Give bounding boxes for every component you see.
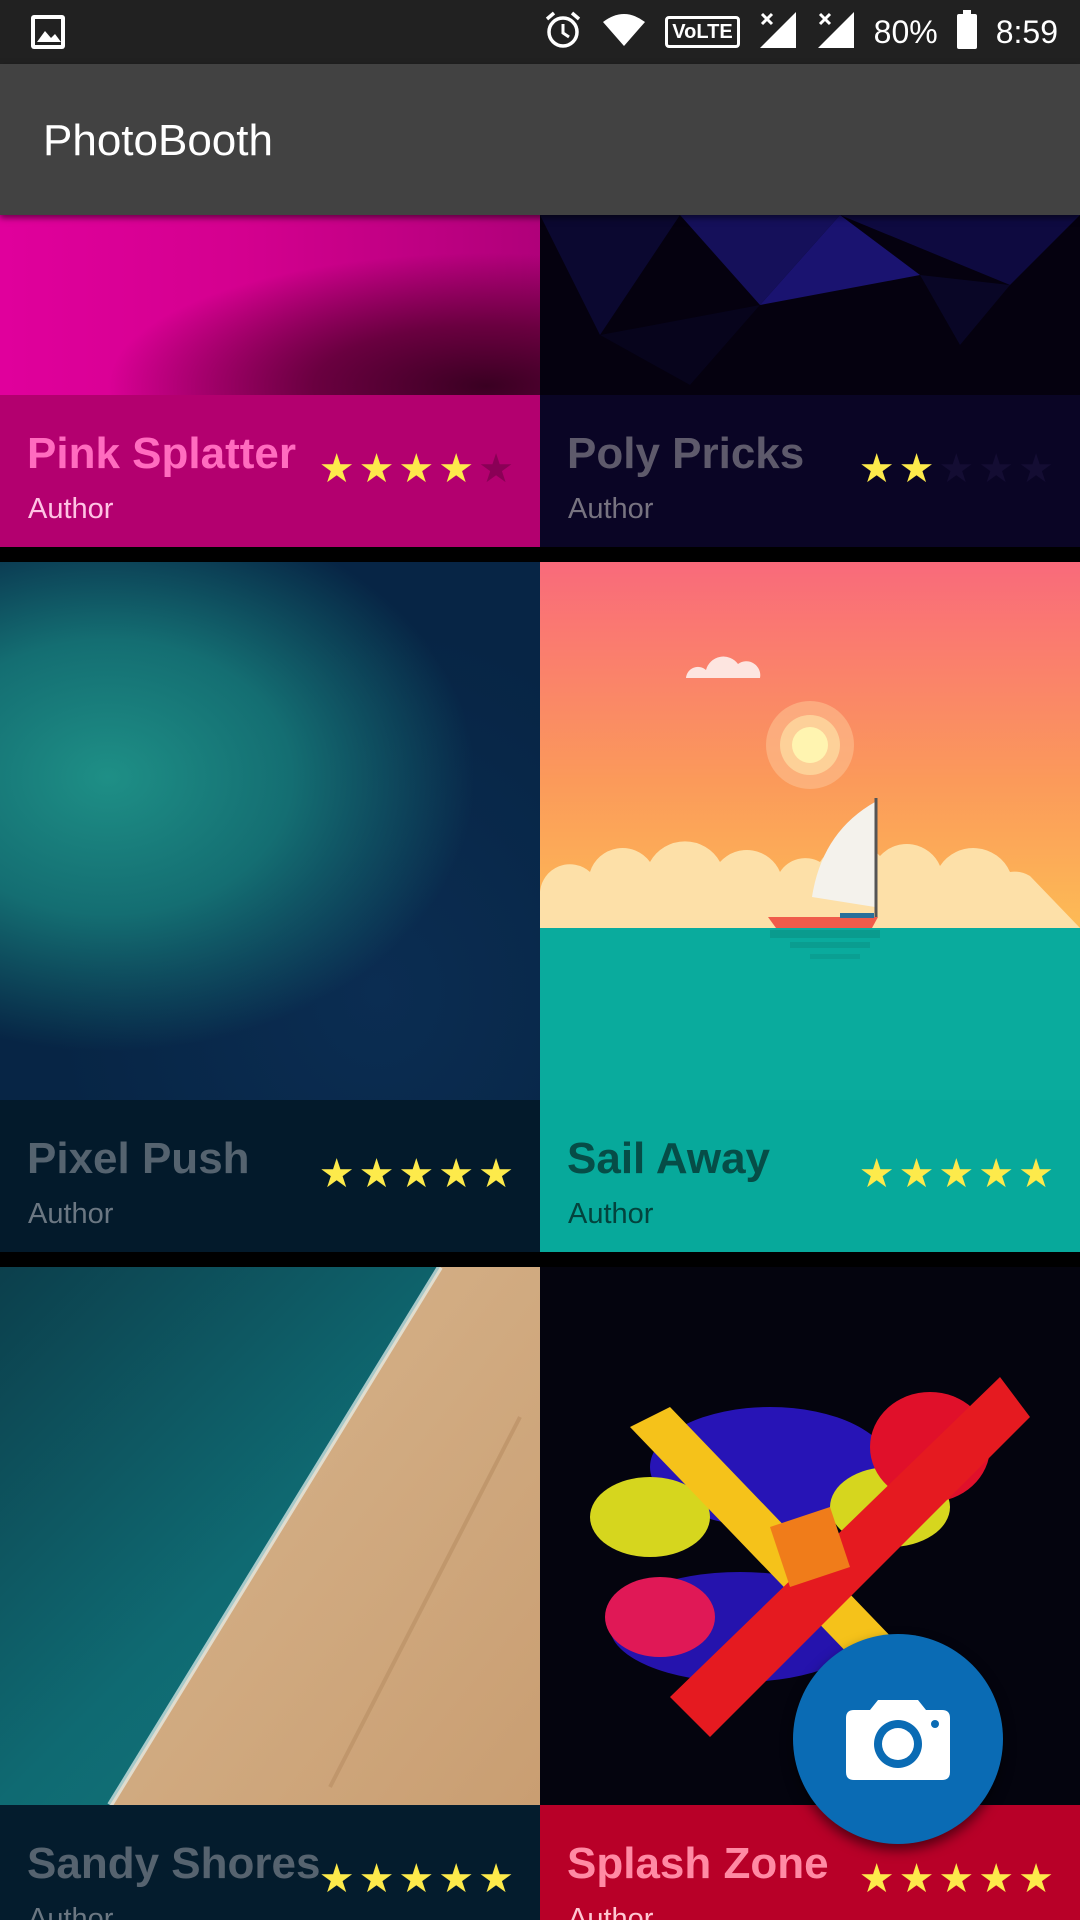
clock: 8:59 <box>995 13 1058 50</box>
star-empty-icon: ★ <box>938 446 975 492</box>
photo-card[interactable]: Sandy Shores Author ★ ★ ★ ★ ★ <box>0 1267 540 1920</box>
card-title: Pixel Push <box>27 1134 250 1183</box>
star-empty-icon: ★ <box>978 446 1015 492</box>
star-filled-icon: ★ <box>398 446 435 492</box>
star-filled-icon: ★ <box>358 446 395 492</box>
star-filled-icon: ★ <box>358 1856 395 1902</box>
card-title: Sandy Shores <box>27 1839 321 1888</box>
volte-badge: VoLTE <box>665 16 740 48</box>
poly-art <box>540 215 1080 385</box>
signal-icon <box>758 10 798 55</box>
app-title: PhotoBooth <box>43 116 273 165</box>
card-title: Sail Away <box>567 1134 771 1183</box>
photo-card[interactable]: Splash Zone Author ★ ★ ★ ★ ★ <box>540 1267 1080 1920</box>
card-image <box>0 562 540 1100</box>
image-icon <box>30 14 66 55</box>
card-footer: Pink Splatter Author ★ ★ ★ ★ ★ <box>0 395 540 547</box>
battery-percent: 80% <box>873 13 938 50</box>
star-filled-icon: ★ <box>478 1856 514 1902</box>
card-title: Poly Pricks <box>567 429 805 478</box>
card-author: Author <box>568 1903 654 1920</box>
camera-icon <box>844 1694 952 1785</box>
star-filled-icon: ★ <box>938 1151 975 1197</box>
card-image <box>540 215 1080 395</box>
card-title: Pink Splatter <box>27 429 296 478</box>
card-footer: Sandy Shores Author ★ ★ ★ ★ ★ <box>0 1805 540 1920</box>
rating-stars: ★ ★ ★ ★ ★ <box>319 449 514 489</box>
star-filled-icon: ★ <box>1018 1151 1054 1197</box>
photo-card[interactable]: Pixel Push Author ★ ★ ★ ★ ★ <box>0 562 540 1252</box>
star-filled-icon: ★ <box>318 1856 355 1902</box>
card-footer: Poly Pricks Author ★ ★ ★ ★ ★ <box>540 395 1080 547</box>
app-bar: PhotoBooth <box>0 64 1080 215</box>
star-filled-icon: ★ <box>438 1856 475 1902</box>
star-filled-icon: ★ <box>938 1856 975 1902</box>
star-filled-icon: ★ <box>898 446 935 492</box>
status-bar: VoLTE 80% 8:59 <box>0 0 1080 64</box>
star-filled-icon: ★ <box>398 1856 435 1902</box>
sail-art <box>540 562 1080 1100</box>
card-image <box>0 1267 540 1807</box>
battery-icon <box>956 9 978 55</box>
star-filled-icon: ★ <box>898 1151 935 1197</box>
star-filled-icon: ★ <box>358 1151 395 1197</box>
card-author: Author <box>28 493 114 525</box>
card-image <box>0 215 540 395</box>
rating-stars: ★ ★ ★ ★ ★ <box>859 1859 1054 1899</box>
signal-icon <box>816 10 856 55</box>
card-footer: Splash Zone Author ★ ★ ★ ★ ★ <box>540 1805 1080 1920</box>
card-footer: Pixel Push Author ★ ★ ★ ★ ★ <box>0 1100 540 1252</box>
star-filled-icon: ★ <box>318 1151 355 1197</box>
wifi-icon <box>601 12 647 53</box>
card-author: Author <box>568 1198 654 1230</box>
star-filled-icon: ★ <box>978 1151 1015 1197</box>
card-author: Author <box>568 493 654 525</box>
shore-art <box>0 1267 540 1807</box>
card-title: Splash Zone <box>567 1839 829 1888</box>
card-image <box>540 562 1080 1100</box>
star-empty-icon: ★ <box>478 446 514 492</box>
star-filled-icon: ★ <box>478 1151 514 1197</box>
card-footer: Sail Away Author ★ ★ ★ ★ ★ <box>540 1100 1080 1252</box>
rating-stars: ★ ★ ★ ★ ★ <box>859 449 1054 489</box>
star-filled-icon: ★ <box>398 1151 435 1197</box>
star-filled-icon: ★ <box>898 1856 935 1902</box>
rating-stars: ★ ★ ★ ★ ★ <box>319 1154 514 1194</box>
star-filled-icon: ★ <box>318 446 355 492</box>
star-filled-icon: ★ <box>978 1856 1015 1902</box>
star-filled-icon: ★ <box>438 446 475 492</box>
alarm-icon <box>543 10 583 55</box>
card-author: Author <box>28 1198 114 1230</box>
photo-card[interactable]: Poly Pricks Author ★ ★ ★ ★ ★ <box>540 215 1080 547</box>
rating-stars: ★ ★ ★ ★ ★ <box>319 1859 514 1899</box>
star-filled-icon: ★ <box>858 1856 895 1902</box>
card-author: Author <box>28 1903 114 1920</box>
photo-card[interactable]: Pink Splatter Author ★ ★ ★ ★ ★ <box>0 215 540 547</box>
star-empty-icon: ★ <box>1018 446 1054 492</box>
rating-stars: ★ ★ ★ ★ ★ <box>859 1154 1054 1194</box>
camera-fab-button[interactable] <box>793 1634 1003 1844</box>
star-filled-icon: ★ <box>858 1151 895 1197</box>
photo-card[interactable]: Sail Away Author ★ ★ ★ ★ ★ <box>540 562 1080 1252</box>
star-filled-icon: ★ <box>858 446 895 492</box>
star-filled-icon: ★ <box>438 1151 475 1197</box>
star-filled-icon: ★ <box>1018 1856 1054 1902</box>
